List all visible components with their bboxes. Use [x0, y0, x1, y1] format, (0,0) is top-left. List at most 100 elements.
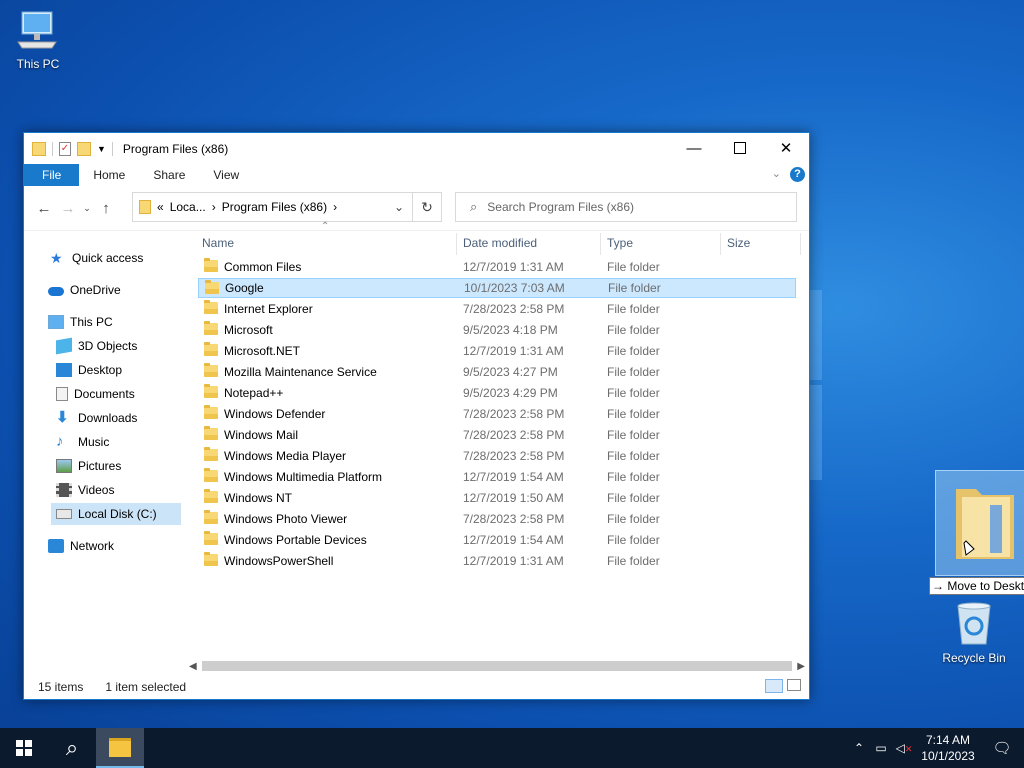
refresh-icon: ↻: [421, 198, 433, 215]
folder-icon: [204, 384, 218, 398]
nav-desktop[interactable]: Desktop: [56, 359, 122, 381]
drag-preview: [935, 470, 1024, 576]
column-separator[interactable]: [800, 233, 801, 255]
scrollbar-thumb[interactable]: [202, 661, 792, 671]
notification-icon[interactable]: 🗨: [980, 739, 1024, 757]
table-row[interactable]: Windows NT 12/7/2019 1:50 AM File folder: [198, 488, 796, 508]
chevron-right-icon[interactable]: ›: [333, 200, 337, 214]
nav-label: Local Disk (C:): [78, 507, 157, 521]
table-row[interactable]: Microsoft.NET 12/7/2019 1:31 AM File folde…: [198, 341, 796, 361]
table-row[interactable]: Windows Mail 7/28/2023 2:58 PM File folder: [198, 425, 796, 445]
system-tray: ⌃ ▭ ◁✕ 7:14 AM 10/1/2023 🗨: [848, 728, 1024, 768]
nav-this-pc[interactable]: This PC: [48, 311, 113, 333]
taskbar-file-explorer[interactable]: [96, 728, 144, 768]
column-separator[interactable]: [720, 233, 721, 255]
up-arrow-icon[interactable]: ↑: [94, 200, 118, 217]
navigation-pane: ★ Quick access OneDrive This PC 3D Objec…: [24, 234, 184, 674]
help-icon[interactable]: ?: [790, 167, 805, 182]
large-icons-view-icon[interactable]: [787, 679, 801, 691]
refresh-button[interactable]: ↻: [412, 192, 442, 222]
scroll-right-icon[interactable]: ▶: [797, 661, 805, 672]
table-row[interactable]: WindowsPowerShell 12/7/2019 1:31 AM File f…: [198, 551, 796, 571]
chevron-right-icon[interactable]: ›: [212, 200, 216, 214]
nav-onedrive[interactable]: OneDrive: [48, 279, 121, 301]
nav-label: Quick access: [72, 251, 144, 265]
desktop-icon-recycle-bin[interactable]: Recycle Bin: [938, 600, 1010, 665]
scroll-left-icon[interactable]: ◀: [189, 661, 197, 672]
nav-local-disk[interactable]: Local Disk (C:): [51, 503, 181, 525]
horizontal-scrollbar[interactable]: ◀ ▶: [186, 659, 808, 673]
details-view-icon[interactable]: [765, 679, 783, 693]
file-date: 9/5/2023 4:18 PM: [463, 323, 558, 337]
table-row[interactable]: Windows Media Player 7/28/2023 2:58 PM Fil…: [198, 446, 796, 466]
table-row[interactable]: Microsoft 9/5/2023 4:18 PM File folder: [198, 320, 796, 340]
start-button[interactable]: [0, 728, 48, 768]
breadcrumb-local-disk[interactable]: Loca...: [170, 200, 206, 214]
network-icon[interactable]: ▭: [870, 741, 892, 755]
recent-locations-icon[interactable]: ⌄: [80, 203, 94, 214]
tab-view[interactable]: View: [199, 164, 253, 186]
title-bar[interactable]: ✓ ▼ Program Files (x86) — ✕: [24, 133, 809, 164]
expand-ribbon-icon[interactable]: ⌄: [772, 167, 781, 180]
breadcrumb-program-files[interactable]: Program Files (x86): [222, 200, 327, 214]
file-type: File folder: [607, 365, 660, 379]
table-row[interactable]: Google 10/1/2023 7:03 AM File folder: [198, 278, 796, 298]
table-row[interactable]: Windows Portable Devices 12/7/2019 1:54 A…: [198, 530, 796, 550]
properties-icon[interactable]: ✓: [59, 141, 71, 156]
file-date: 12/7/2019 1:54 AM: [463, 470, 564, 484]
nav-videos[interactable]: Videos: [56, 479, 114, 501]
table-row[interactable]: Windows Multimedia Platform 12/7/2019 1:5…: [198, 467, 796, 487]
maximize-icon: [734, 142, 746, 154]
tab-home[interactable]: Home: [79, 164, 139, 186]
close-button[interactable]: ✕: [763, 133, 809, 163]
folder-icon: [204, 321, 218, 335]
table-row[interactable]: Common Files 12/7/2019 1:31 AM File folder: [198, 257, 796, 277]
table-row[interactable]: Windows Photo Viewer 7/28/2023 2:58 PM Fil…: [198, 509, 796, 529]
file-name: Windows Media Player: [224, 449, 347, 463]
file-name: Internet Explorer: [224, 302, 313, 316]
search-button[interactable]: ⌕: [48, 728, 96, 768]
status-bar: 15 items 1 item selected: [24, 675, 809, 699]
column-separator[interactable]: [600, 233, 601, 255]
table-row[interactable]: Notepad++ 9/5/2023 4:29 PM File folder: [198, 383, 796, 403]
column-header-date[interactable]: Date modified: [463, 231, 537, 255]
file-date: 9/5/2023 4:29 PM: [463, 386, 558, 400]
nav-network[interactable]: Network: [48, 535, 114, 557]
desktop-icon-this-pc[interactable]: This PC: [2, 8, 74, 71]
minimize-button[interactable]: —: [671, 133, 717, 163]
nav-pictures[interactable]: Pictures: [56, 455, 121, 477]
tab-file[interactable]: File: [24, 164, 80, 186]
ribbon-tabs: File Home Share View ⌄ ?: [24, 164, 809, 186]
nav-3d-objects[interactable]: 3D Objects: [56, 335, 137, 357]
folder-icon: [204, 300, 218, 314]
chevron-up-icon[interactable]: ⌃: [848, 741, 870, 755]
volume-muted-icon[interactable]: ◁✕: [892, 741, 916, 755]
back-arrow-icon[interactable]: ←: [32, 200, 56, 217]
table-row[interactable]: Internet Explorer 7/28/2023 2:58 PM File f…: [198, 299, 796, 319]
clock[interactable]: 7:14 AM 10/1/2023: [916, 732, 980, 764]
chevron-down-icon[interactable]: ▼: [97, 144, 106, 154]
forward-arrow-icon[interactable]: →: [56, 200, 80, 217]
table-row[interactable]: Mozilla Maintenance Service 9/5/2023 4:27…: [198, 362, 796, 382]
nav-label: Documents: [74, 387, 135, 401]
column-header-type[interactable]: Type: [607, 231, 633, 255]
nav-downloads[interactable]: ⬇ Downloads: [56, 407, 137, 429]
file-name: Windows NT: [224, 491, 293, 505]
file-name: Mozilla Maintenance Service: [224, 365, 377, 379]
nav-music[interactable]: ♪ Music: [56, 431, 109, 453]
nav-quick-access[interactable]: ★ Quick access: [50, 247, 143, 269]
file-type: File folder: [607, 470, 660, 484]
maximize-button[interactable]: [717, 133, 763, 163]
column-header-name[interactable]: Name: [202, 231, 234, 255]
nav-documents[interactable]: Documents: [56, 383, 135, 405]
address-bar[interactable]: « Loca... › Program Files (x86) › ⌄: [132, 192, 413, 222]
address-dropdown-icon[interactable]: ⌄: [394, 200, 404, 214]
column-header-size[interactable]: Size: [727, 231, 750, 255]
table-row[interactable]: Windows Defender 7/28/2023 2:58 PM File fo…: [198, 404, 796, 424]
search-box[interactable]: ⌕ Search Program Files (x86): [455, 192, 797, 222]
tab-share[interactable]: Share: [139, 164, 199, 186]
new-folder-icon[interactable]: [77, 141, 91, 156]
folder-icon: [204, 342, 218, 356]
breadcrumb-overflow[interactable]: «: [157, 200, 164, 214]
column-separator[interactable]: [456, 233, 457, 255]
